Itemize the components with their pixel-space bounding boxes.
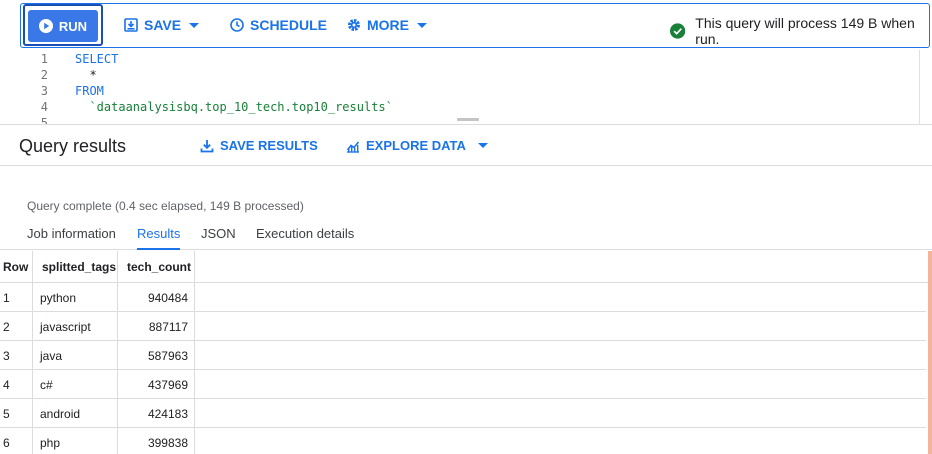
row-number: 6 <box>3 436 10 450</box>
code-text: `dataanalysisbq.top_10_tech.top10_result… <box>75 100 393 114</box>
tab-results[interactable]: Results <box>137 226 181 250</box>
table-header: Row splitted_tags tech_count <box>0 251 932 283</box>
save-results-label: SAVE RESULTS <box>220 138 318 153</box>
editor-line: 4 `dataanalysisbq.top_10_tech.top10_resu… <box>0 99 919 115</box>
results-tabs: Job information Results JSON Execution d… <box>0 222 932 250</box>
results-table: Row splitted_tags tech_count 1 python 94… <box>0 251 932 454</box>
query-toolbar: RUN SAVE SCHEDULE MORE This query will p… <box>0 0 932 50</box>
editor-line: 1 SELECT <box>0 51 919 67</box>
status-text: This query will process 149 B when run. <box>695 15 915 47</box>
code-text: * <box>75 68 97 82</box>
chevron-down-icon <box>477 143 488 148</box>
row-number: 3 <box>3 349 10 363</box>
more-button-label: MORE <box>367 17 409 33</box>
table-row: 5 android 424183 <box>0 399 926 428</box>
table-row: 6 php 399838 <box>0 428 926 454</box>
row-number: 4 <box>3 378 10 392</box>
tag-cell: android <box>40 407 81 421</box>
table-row: 2 javascript 887117 <box>0 312 926 341</box>
count-cell: 437969 <box>147 378 188 392</box>
tag-cell: php <box>40 436 61 450</box>
save-results-button[interactable]: SAVE RESULTS <box>200 138 318 153</box>
count-cell: 940484 <box>147 291 188 305</box>
editor-scrollbar-track <box>919 50 920 124</box>
row-number: 2 <box>3 320 10 334</box>
row-number: 5 <box>3 407 10 421</box>
explore-data-button[interactable]: EXPLORE DATA <box>346 138 488 153</box>
tab-json[interactable]: JSON <box>201 226 236 250</box>
clock-icon <box>230 18 244 32</box>
column-header-tech-count: tech_count <box>127 260 192 274</box>
schedule-button[interactable]: SCHEDULE <box>230 14 327 36</box>
run-button-label: RUN <box>58 18 88 34</box>
tag-cell: javascript <box>40 320 91 334</box>
code-text: SELECT <box>75 52 119 66</box>
column-header-row: Row <box>3 260 29 274</box>
play-circle-icon <box>38 19 53 33</box>
count-cell: 424183 <box>147 407 188 421</box>
table-row: 1 python 940484 <box>0 283 926 312</box>
schedule-button-label: SCHEDULE <box>250 17 328 33</box>
results-header: Query results SAVE RESULTS EXPLORE DATA <box>0 124 932 166</box>
editor-line: 3 FROM <box>0 83 919 99</box>
chart-icon <box>346 140 360 153</box>
editor-resize-handle[interactable] <box>457 118 479 121</box>
page-title: Query results <box>19 136 127 156</box>
table-row: 3 java 587963 <box>0 341 926 370</box>
download-icon <box>200 139 214 152</box>
query-validator-status: This query will process 149 B when run. <box>670 15 932 47</box>
count-cell: 587963 <box>147 349 188 363</box>
line-number: 4 <box>40 100 48 114</box>
tag-cell: c# <box>40 378 53 392</box>
save-button[interactable]: SAVE <box>124 14 200 36</box>
editor-line: 2 * <box>0 67 919 83</box>
chevron-down-icon <box>189 22 200 28</box>
gear-icon <box>348 19 360 31</box>
query-complete-status: Query complete (0.4 sec elapsed, 149 B p… <box>27 199 304 213</box>
tab-job-information[interactable]: Job information <box>27 226 116 250</box>
tab-execution-details[interactable]: Execution details <box>256 226 354 250</box>
column-header-splitted-tags: splitted_tags <box>42 260 117 274</box>
line-number: 2 <box>40 68 48 82</box>
sql-editor[interactable]: 1 SELECT 2 * 3 FROM 4 `dataanalysisbq.to… <box>0 50 932 124</box>
run-button[interactable]: RUN <box>28 10 98 42</box>
count-cell: 399838 <box>147 436 188 450</box>
tag-cell: java <box>40 349 63 363</box>
tag-cell: python <box>40 291 77 305</box>
line-number: 5 <box>40 116 48 124</box>
table-scrollbar[interactable] <box>928 251 932 454</box>
table-row: 4 c# 437969 <box>0 370 926 399</box>
count-cell: 887117 <box>148 320 188 334</box>
save-download-icon <box>124 18 138 32</box>
chevron-down-icon <box>417 22 427 28</box>
explore-data-label: EXPLORE DATA <box>366 138 466 153</box>
code-text: FROM <box>75 84 104 98</box>
save-button-label: SAVE <box>144 17 182 33</box>
more-button[interactable]: MORE <box>347 14 427 36</box>
check-circle-icon <box>670 23 686 39</box>
line-number: 3 <box>40 84 48 98</box>
line-number: 1 <box>40 52 48 66</box>
row-number: 1 <box>3 291 10 305</box>
